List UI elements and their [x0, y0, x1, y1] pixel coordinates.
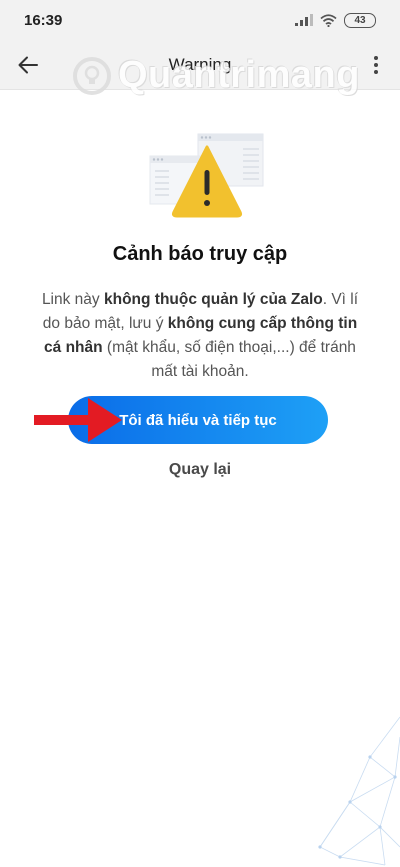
warning-illustration [149, 133, 264, 218]
signal-icon [295, 14, 313, 26]
status-time: 16:39 [24, 11, 63, 29]
warning-heading: Cảnh báo truy cập [112, 243, 288, 265]
status-icons: 43 [295, 12, 376, 28]
app-bar: Warning [0, 40, 400, 90]
status-bar: 16:39 43 [0, 0, 400, 40]
wifi-icon [320, 13, 337, 27]
network-decoration [318, 716, 400, 866]
message-text-1: Link này [41, 291, 104, 308]
warning-message: Link này không thuộc quản lý của Zalo. V… [36, 288, 364, 384]
battery-icon: 43 [344, 12, 376, 28]
message-text-3: (mật khẩu, số điện thoại,...) để tránh m… [102, 339, 356, 380]
page-title: Warning [168, 55, 232, 74]
back-link[interactable]: Quay lại [0, 461, 400, 479]
more-options-button[interactable] [364, 51, 388, 79]
more-vertical-icon [374, 56, 378, 74]
red-arrow-annotation [34, 398, 122, 442]
message-bold-1: không thuộc quản lý của Zalo [103, 291, 323, 308]
